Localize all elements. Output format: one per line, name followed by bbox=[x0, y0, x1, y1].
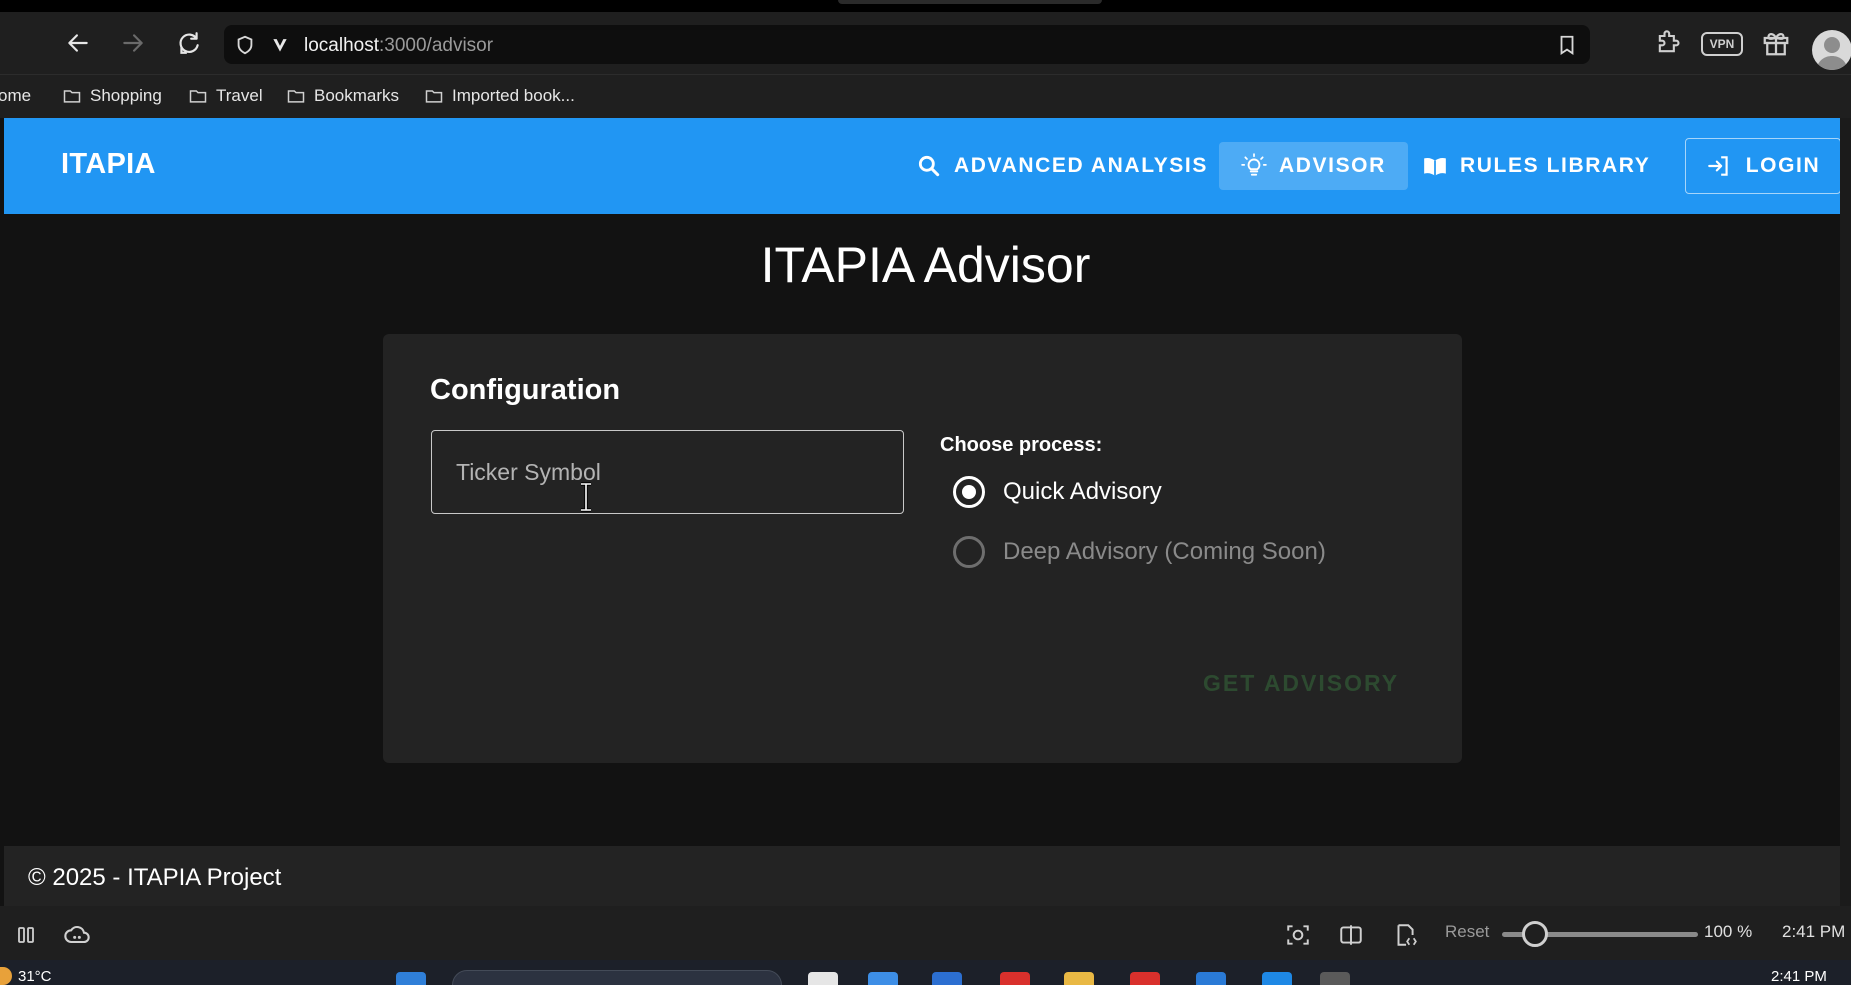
split-view-icon bbox=[1340, 925, 1362, 945]
folder-icon bbox=[63, 90, 81, 103]
app-icon[interactable] bbox=[1320, 972, 1350, 985]
app-header: ITAPIA ADVANCED ANALYSIS ADVISOR RULES L… bbox=[4, 118, 1841, 214]
nav-advanced-analysis[interactable]: ADVANCED ANALYSIS bbox=[894, 142, 1230, 190]
radio-quick-advisory[interactable]: Quick Advisory bbox=[953, 476, 1162, 508]
folder-icon bbox=[287, 90, 305, 103]
app-icon[interactable] bbox=[808, 972, 838, 985]
bookmarks-bar: ome Shopping Travel Bookmarks Imported b… bbox=[0, 74, 1851, 118]
bookmark-label: ome bbox=[0, 86, 32, 105]
reload-icon bbox=[179, 32, 199, 54]
browser-status-bar: Reset 100 % 2:41 PM bbox=[0, 906, 1851, 960]
bookmark-label: Imported book... bbox=[452, 86, 575, 105]
arrow-left-icon bbox=[68, 34, 88, 52]
page-footer: © 2025 - ITAPIA Project bbox=[4, 846, 1840, 906]
extensions-button[interactable] bbox=[1648, 25, 1688, 61]
forward-button[interactable] bbox=[115, 25, 151, 61]
gift-icon bbox=[1763, 32, 1789, 56]
weather-icon[interactable] bbox=[0, 967, 12, 985]
bookmark-shopping[interactable]: Shopping bbox=[62, 86, 162, 106]
zoom-slider-thumb[interactable] bbox=[1522, 921, 1549, 947]
zoom-level: 100 % bbox=[1704, 922, 1753, 941]
login-label: LOGIN bbox=[1745, 154, 1821, 177]
panel-toggle-button[interactable] bbox=[12, 920, 42, 950]
bookmark-label: Bookmarks bbox=[314, 86, 400, 105]
weather-temperature[interactable]: 31°C bbox=[18, 968, 52, 985]
nav-advisor[interactable]: ADVISOR bbox=[1219, 142, 1408, 190]
ticker-symbol-field[interactable] bbox=[431, 430, 904, 514]
url-text[interactable]: localhost:3000/advisor bbox=[304, 35, 493, 57]
configuration-card: Configuration Choose process: Quick Advi… bbox=[383, 334, 1462, 763]
window-notch bbox=[838, 0, 1102, 4]
radio-label: Deep Advisory (Coming Soon) bbox=[1003, 538, 1326, 565]
nav-label: ADVANCED ANALYSIS bbox=[954, 154, 1208, 177]
address-bar[interactable]: localhost:3000/advisor bbox=[224, 25, 1590, 64]
vivaldi-icon bbox=[273, 39, 287, 52]
nav-rules-library[interactable]: RULES LIBRARY bbox=[1400, 142, 1672, 190]
puzzle-icon bbox=[1658, 30, 1680, 53]
taskbar-search[interactable] bbox=[452, 970, 782, 985]
app-icon[interactable] bbox=[868, 972, 898, 985]
login-button[interactable]: LOGIN bbox=[1685, 138, 1841, 194]
back-button[interactable] bbox=[60, 25, 96, 61]
radio-button-checked[interactable] bbox=[953, 476, 985, 508]
lightbulb-icon bbox=[1241, 153, 1267, 176]
os-taskbar: 31°C 2:41 PM bbox=[0, 960, 1851, 985]
page-actions-icon bbox=[1397, 924, 1417, 946]
capture-button[interactable] bbox=[1283, 920, 1313, 950]
radio-deep-advisory[interactable]: Deep Advisory (Coming Soon) bbox=[953, 536, 1326, 568]
process-label: Choose process: bbox=[940, 434, 1103, 456]
bookmark-travel[interactable]: Travel bbox=[188, 86, 263, 106]
text-cursor-icon bbox=[581, 482, 591, 512]
window-top-strip bbox=[0, 0, 1851, 12]
login-icon bbox=[1707, 156, 1728, 176]
bookmark-label: Shopping bbox=[90, 86, 162, 105]
app-icon[interactable] bbox=[1130, 972, 1160, 985]
zoom-reset-button[interactable]: Reset bbox=[1445, 922, 1489, 942]
sync-button[interactable] bbox=[62, 920, 92, 950]
start-icon[interactable] bbox=[396, 972, 426, 985]
get-advisory-button[interactable]: GET ADVISORY bbox=[1203, 670, 1399, 697]
app-icon[interactable] bbox=[1262, 972, 1292, 985]
folder-icon bbox=[189, 90, 207, 103]
page-title: ITAPIA Advisor bbox=[760, 237, 1091, 293]
folder-icon bbox=[425, 90, 443, 103]
radio-label: Quick Advisory bbox=[1003, 478, 1162, 505]
status-clock: 2:41 PM bbox=[1782, 922, 1846, 941]
folder-icon[interactable] bbox=[1064, 972, 1094, 985]
book-icon bbox=[1424, 157, 1446, 176]
cloud-icon bbox=[64, 926, 90, 944]
card-title: Configuration bbox=[430, 374, 621, 406]
ticker-symbol-input[interactable] bbox=[432, 431, 903, 513]
camera-icon bbox=[1287, 925, 1309, 945]
reload-button[interactable] bbox=[171, 25, 207, 61]
page-actions-button[interactable] bbox=[1390, 920, 1420, 950]
bookmark-label: Travel bbox=[216, 86, 263, 105]
url-path: :3000/advisor bbox=[379, 35, 494, 56]
browser-toolbar: localhost:3000/advisor VPN bbox=[0, 12, 1851, 74]
user-icon bbox=[1816, 37, 1848, 70]
search-icon bbox=[918, 155, 940, 177]
bookmark-imported[interactable]: Imported book... bbox=[424, 86, 575, 106]
url-host: localhost bbox=[304, 35, 379, 56]
radio-button-disabled[interactable] bbox=[953, 536, 985, 568]
vscode-icon[interactable] bbox=[1196, 972, 1226, 985]
bookmark-bookmarks[interactable]: Bookmarks bbox=[286, 86, 399, 106]
arrow-right-icon bbox=[123, 34, 143, 52]
shield-icon[interactable] bbox=[234, 34, 256, 56]
nav-label: RULES LIBRARY bbox=[1460, 154, 1651, 177]
bookmark-icon[interactable] bbox=[1556, 34, 1578, 56]
gift-button[interactable] bbox=[1756, 25, 1796, 61]
profile-avatar[interactable] bbox=[1812, 30, 1851, 70]
pause-panels-icon bbox=[18, 927, 34, 943]
footer-text: © 2025 - ITAPIA Project bbox=[28, 864, 282, 891]
app-icon[interactable] bbox=[1000, 972, 1030, 985]
vpn-button[interactable]: VPN bbox=[1701, 32, 1743, 56]
bookmark-home[interactable]: ome bbox=[0, 86, 31, 106]
brand-logo[interactable]: ITAPIA bbox=[61, 148, 156, 181]
taskbar-clock: 2:41 PM bbox=[1771, 968, 1827, 985]
nav-label: ADVISOR bbox=[1279, 154, 1386, 177]
tiling-button[interactable] bbox=[1336, 920, 1366, 950]
app-icon[interactable] bbox=[932, 972, 962, 985]
page-scrollbar[interactable] bbox=[1840, 118, 1851, 906]
